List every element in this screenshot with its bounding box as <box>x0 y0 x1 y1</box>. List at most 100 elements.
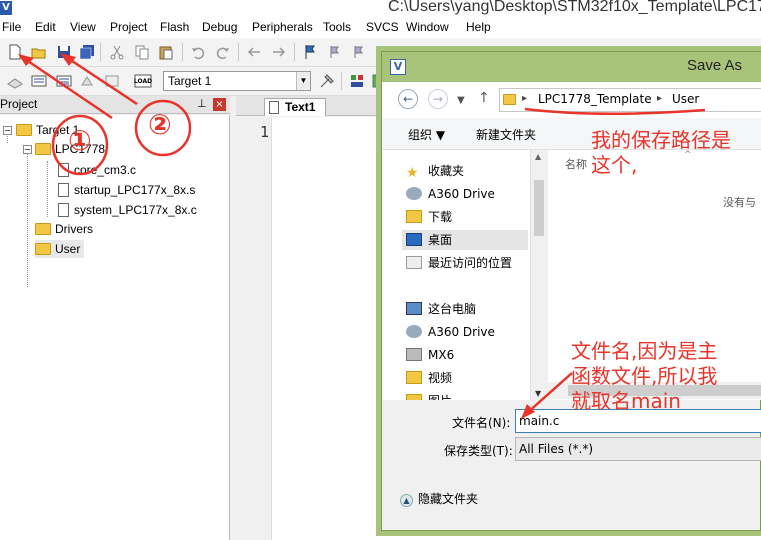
options-for-target-icon[interactable] <box>318 72 336 90</box>
pin-icon[interactable]: ⊥ <box>197 97 207 110</box>
chevron-up-icon: ▲ <box>400 494 413 507</box>
manage-project-items-icon[interactable] <box>348 72 366 90</box>
drive-icon <box>406 348 422 361</box>
nav-mx6[interactable]: MX6 <box>406 345 454 365</box>
cloud-drive-icon <box>406 325 422 338</box>
folder-icon <box>35 143 51 155</box>
menu-edit[interactable]: Edit <box>35 20 56 34</box>
rebuild-icon[interactable] <box>55 72 73 90</box>
prev-bookmark-icon[interactable] <box>326 43 344 61</box>
menu-file[interactable]: File <box>2 20 21 34</box>
scroll-up-icon[interactable]: ▲ <box>535 152 541 161</box>
tree-item-group[interactable]: User <box>35 240 85 258</box>
translate-icon[interactable] <box>6 72 24 90</box>
nav-a360-drive[interactable]: A360 Drive <box>406 184 495 204</box>
up-arrow-icon[interactable]: ↑ <box>478 90 490 106</box>
next-bookmark-icon[interactable] <box>350 43 368 61</box>
address-bar[interactable]: ▸ LPC1778_Template ▸ User <box>499 88 761 112</box>
annotation-path-note: 我的保存路径是 这个, <box>591 128 731 177</box>
save-as-dialog: V Save As ← → ▼ ↑ ▸ LPC1778_Template ▸ U… <box>381 51 761 531</box>
chevron-down-icon: ▼ <box>296 72 310 90</box>
keil-app-icon: V <box>390 59 406 75</box>
column-header-name[interactable]: 名称 <box>565 156 587 172</box>
nav-back-icon[interactable] <box>245 43 263 61</box>
target-select[interactable]: Target 1 ▼ <box>163 71 311 91</box>
nav-favorites[interactable]: ★ 收藏夹 <box>406 161 464 181</box>
target-icon <box>16 124 32 136</box>
project-tree: − Target 1 − LPC1778 core_cm3.c startup_… <box>0 115 230 540</box>
star-icon: ★ <box>406 165 419 181</box>
menu-tools[interactable]: Tools <box>323 20 351 34</box>
tab-text1[interactable]: Text1 <box>264 98 326 116</box>
folder-icon <box>35 243 51 255</box>
batch-build-icon[interactable] <box>79 72 97 90</box>
undo-icon[interactable] <box>189 43 207 61</box>
project-panel-header: Project ⊥ × <box>0 96 230 114</box>
menu-flash[interactable]: Flash <box>160 20 189 34</box>
filename-label: 文件名(N): <box>452 416 511 430</box>
tree-item-file[interactable]: startup_LPC177x_8x.s <box>58 181 195 199</box>
build-icon[interactable] <box>30 72 48 90</box>
back-arrow-icon[interactable]: ← <box>398 89 418 109</box>
annotation-filename-note: 文件名,因为是主 函数文件,所以我 就取名main <box>571 339 718 413</box>
copy-icon[interactable] <box>133 43 151 61</box>
menu-bar: File Edit View Project Flash Debug Perip… <box>0 17 761 38</box>
cut-icon[interactable] <box>108 43 126 61</box>
breadcrumb-item[interactable]: LPC1778_Template <box>538 92 652 106</box>
breadcrumb-item[interactable]: User <box>672 92 699 106</box>
nav-desktop[interactable]: 桌面 <box>402 230 528 250</box>
filetype-select[interactable]: All Files (*.*) <box>515 437 761 461</box>
download-load-icon[interactable]: LOAD <box>134 72 152 90</box>
breadcrumb-chevron-icon[interactable]: ▸ <box>522 93 527 104</box>
file-icon <box>269 101 279 114</box>
tree-item-file[interactable]: system_LPC177x_8x.c <box>58 201 197 219</box>
save-icon[interactable] <box>55 43 73 61</box>
menu-svcs[interactable]: SVCS <box>366 20 399 34</box>
open-file-icon[interactable] <box>30 43 48 61</box>
nav-forward-icon[interactable] <box>270 43 288 61</box>
dialog-title-bar: V Save As <box>382 52 761 82</box>
scroll-down-icon[interactable]: ▼ <box>535 389 541 398</box>
bookmark-icon[interactable] <box>301 43 319 61</box>
recent-places-icon <box>406 256 422 269</box>
line-number: 1 <box>260 123 270 141</box>
close-icon[interactable]: × <box>213 98 226 111</box>
redo-icon[interactable] <box>214 43 232 61</box>
save-all-icon[interactable] <box>78 43 96 61</box>
hide-folders-toggle[interactable]: ▲ 隐藏文件夹 <box>400 490 478 507</box>
menu-project[interactable]: Project <box>110 20 147 34</box>
menu-help[interactable]: Help <box>466 20 491 34</box>
video-folder-icon <box>406 371 422 384</box>
collapse-toggle[interactable]: − <box>3 126 12 135</box>
nav-a360-drive[interactable]: A360 Drive <box>406 322 495 342</box>
tree-item-file[interactable]: core_cm3.c <box>58 161 136 179</box>
picture-folder-icon <box>406 394 422 400</box>
organize-menu[interactable]: 组织 ▼ <box>408 126 445 143</box>
new-folder-button[interactable]: 新建文件夹 <box>476 126 536 143</box>
nav-downloads[interactable]: 下载 <box>406 207 452 227</box>
collapse-toggle[interactable]: − <box>23 145 32 154</box>
forward-arrow-icon[interactable]: → <box>428 89 448 109</box>
project-panel-title: Project <box>0 97 38 111</box>
nav-this-pc[interactable]: 这台电脑 <box>406 299 476 319</box>
new-file-icon[interactable] <box>6 43 24 61</box>
folder-icon <box>35 223 51 235</box>
menu-peripherals[interactable]: Peripherals <box>252 20 313 34</box>
line-gutter: 1 <box>236 117 272 540</box>
recent-locations-icon[interactable]: ▼ <box>457 95 465 106</box>
keil-app-icon: V <box>0 1 12 15</box>
file-icon <box>58 183 69 197</box>
nav-pane-scrollbar[interactable]: ▲ ▼ <box>530 150 547 400</box>
nav-recent-places[interactable]: 最近访问的位置 <box>406 253 512 273</box>
nav-pictures[interactable]: 图片 <box>406 391 452 400</box>
stop-build-icon[interactable] <box>103 72 121 90</box>
menu-view[interactable]: View <box>70 20 96 34</box>
nav-videos[interactable]: 视频 <box>406 368 452 388</box>
paste-icon[interactable] <box>157 43 175 61</box>
breadcrumb-chevron-icon[interactable]: ▸ <box>657 93 662 104</box>
menu-debug[interactable]: Debug <box>202 20 237 34</box>
file-icon <box>58 163 69 177</box>
menu-window[interactable]: Window <box>406 20 449 34</box>
scrollbar-thumb[interactable] <box>534 180 544 236</box>
tree-item-group[interactable]: Drivers <box>35 220 93 238</box>
